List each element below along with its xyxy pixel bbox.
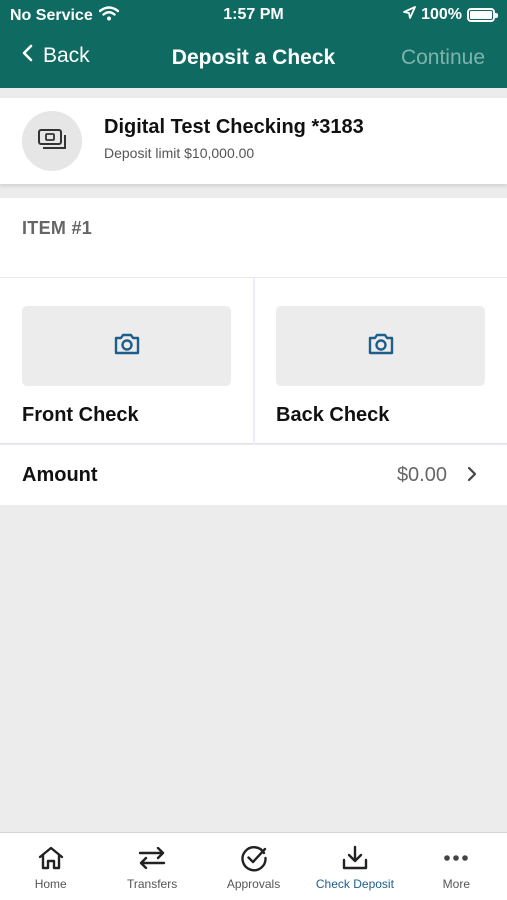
tab-label: Transfers xyxy=(126,877,178,891)
tab-more[interactable]: More xyxy=(406,833,507,900)
tab-approvals[interactable]: Approvals xyxy=(203,833,304,900)
item-label: ITEM #1 xyxy=(22,218,93,238)
camera-icon xyxy=(113,332,141,361)
nav-bar: Back Deposit a Check Continue xyxy=(0,36,507,80)
front-check-capture-button[interactable] xyxy=(22,306,231,386)
amount-label: Amount xyxy=(22,464,98,486)
status-bar: No Service 1:57 PM 100% xyxy=(0,0,507,30)
continue-button[interactable]: Continue xyxy=(401,46,485,70)
status-right: 100% xyxy=(403,6,498,24)
amount-row[interactable]: Amount $0.00 xyxy=(0,445,507,505)
front-check-label: Front Check xyxy=(22,404,139,426)
home-icon xyxy=(38,843,64,873)
back-check-label: Back Check xyxy=(276,404,390,426)
cash-icon xyxy=(37,128,67,155)
download-tray-icon xyxy=(342,843,368,873)
location-arrow-icon xyxy=(403,6,416,24)
back-check-capture-button[interactable] xyxy=(276,306,485,386)
item-header: ITEM #1 xyxy=(0,198,507,278)
tab-label: Approvals xyxy=(226,877,281,891)
tab-check-deposit[interactable]: Check Deposit xyxy=(304,833,405,900)
more-dots-icon xyxy=(443,843,469,873)
tab-label: Check Deposit xyxy=(315,877,394,891)
tab-label: Home xyxy=(34,877,67,891)
app-header: No Service 1:57 PM 100% Back Deposit a C… xyxy=(0,0,507,88)
camera-icon xyxy=(367,332,395,361)
account-selector[interactable]: Digital Test Checking *3183 Deposit limi… xyxy=(0,98,507,184)
deposit-limit: Deposit limit $10,000.00 xyxy=(104,145,255,161)
capture-divider xyxy=(253,278,255,444)
battery-icon xyxy=(467,8,498,22)
chevron-right-icon xyxy=(467,466,477,487)
transfers-icon xyxy=(138,843,166,873)
amount-value: $0.00 xyxy=(396,464,447,486)
account-name: Digital Test Checking *3183 xyxy=(104,116,364,138)
check-circle-icon xyxy=(240,843,268,873)
battery-percent: 100% xyxy=(421,6,462,23)
tab-bar: Home Transfers Approvals Check Deposit M… xyxy=(0,832,507,900)
account-avatar xyxy=(22,111,82,171)
tab-transfers[interactable]: Transfers xyxy=(101,833,202,900)
check-capture-row: Front Check Back Check xyxy=(0,278,507,444)
tab-home[interactable]: Home xyxy=(0,833,101,900)
tab-label: More xyxy=(442,877,470,891)
